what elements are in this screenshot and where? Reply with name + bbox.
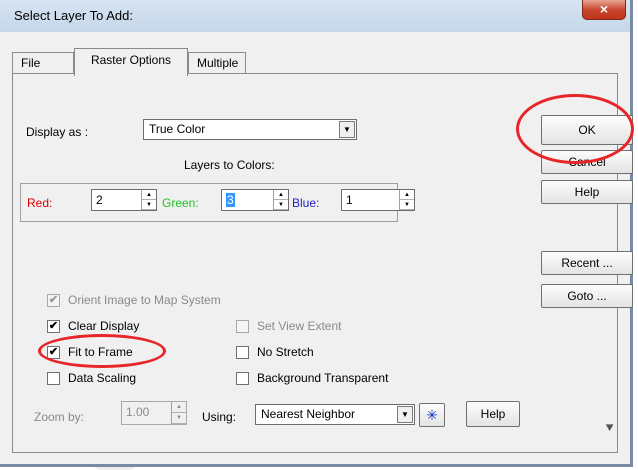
spin-down-icon[interactable]: ▼ [274, 200, 288, 210]
display-as-select[interactable]: True Color ▼ [143, 119, 357, 140]
ok-button-label: OK [578, 123, 596, 137]
green-band-stepper[interactable]: 3 ▲ ▼ [221, 189, 289, 211]
chevron-down-icon[interactable]: ▼ [339, 121, 355, 138]
spin-up-icon[interactable]: ▲ [172, 402, 186, 413]
window-title: Select Layer To Add: [14, 8, 134, 23]
chevron-down-icon[interactable]: ▼ [397, 406, 413, 423]
blue-band-value: 1 [346, 193, 353, 207]
clear-display-checkbox[interactable]: ✔ [47, 320, 60, 333]
red-band-stepper[interactable]: 2 ▲ ▼ [91, 189, 157, 211]
zoom-value: 1.00 [126, 405, 150, 419]
fit-to-frame-label: Fit to Frame [68, 345, 133, 359]
goto-button-label: Goto ... [567, 289, 607, 303]
resample-options-button[interactable]: ✳ [419, 403, 445, 427]
using-label: Using: [202, 410, 237, 424]
asterisk-icon: ✳ [426, 407, 438, 423]
no-stretch-label: No Stretch [257, 345, 314, 359]
title-bar[interactable]: Select Layer To Add: × [0, 0, 630, 32]
clear-display-label: Clear Display [68, 319, 140, 333]
green-label: Green: [162, 196, 199, 210]
zoom-spin-buttons[interactable]: ▲ ▼ [171, 402, 186, 424]
red-band-value: 2 [96, 193, 103, 207]
cancel-button-label: Cancel [568, 155, 606, 169]
background-transparent-checkbox[interactable] [236, 372, 249, 385]
red-spin-buttons[interactable]: ▲ ▼ [141, 190, 156, 210]
close-button[interactable]: × [582, 0, 626, 20]
spin-down-icon[interactable]: ▼ [142, 200, 156, 210]
select-layer-dialog: Select Layer To Add: × File Raster Optio… [0, 0, 633, 467]
cancel-button[interactable]: Cancel [541, 150, 633, 174]
display-as-label: Display as : [26, 125, 89, 139]
recent-button[interactable]: Recent ... [541, 251, 633, 275]
help-button-label: Help [574, 185, 600, 199]
recent-button-label: Recent ... [561, 256, 613, 270]
display-as-value: True Color [149, 122, 206, 136]
resample-method-select[interactable]: Nearest Neighbor ▼ [255, 404, 415, 425]
red-label: Red: [27, 196, 53, 210]
resample-method-value: Nearest Neighbor [261, 407, 356, 421]
green-spin-buttons[interactable]: ▲ ▼ [273, 190, 288, 210]
tab-file[interactable]: File [12, 52, 74, 74]
spin-up-icon[interactable]: ▲ [400, 190, 414, 200]
zoom-help-button-label: Help [480, 407, 506, 421]
check-icon: ✔ [48, 346, 59, 358]
help-button[interactable]: Help [541, 180, 633, 204]
ok-button[interactable]: OK [541, 115, 633, 145]
resize-grip-icon: ⯆ [604, 420, 616, 436]
spin-up-icon[interactable]: ▲ [142, 190, 156, 200]
spin-up-icon[interactable]: ▲ [274, 190, 288, 200]
green-band-value: 3 [226, 193, 235, 207]
blue-band-stepper[interactable]: 1 ▲ ▼ [341, 189, 415, 211]
zoom-by-label: Zoom by: [34, 410, 85, 424]
tab-raster-options-label: Raster Options [90, 53, 172, 67]
tab-file-label: File [21, 56, 41, 70]
check-icon: ✔ [48, 320, 59, 332]
blue-label: Blue: [292, 196, 320, 210]
zoom-help-button[interactable]: Help [466, 401, 520, 427]
data-scaling-checkbox[interactable] [47, 372, 60, 385]
check-icon: ✔ [48, 294, 59, 306]
tab-multiple[interactable]: Multiple [188, 52, 246, 74]
zoom-stepper[interactable]: 1.00 ▲ ▼ [121, 401, 187, 425]
orient-image-checkbox[interactable]: ✔ [47, 294, 60, 307]
tab-multiple-label: Multiple [197, 56, 239, 70]
orient-image-label: Orient Image to Map System [68, 293, 221, 307]
fit-to-frame-checkbox[interactable]: ✔ [47, 346, 60, 359]
tab-raster-options[interactable]: Raster Options [74, 48, 188, 76]
goto-button[interactable]: Goto ... [541, 284, 633, 308]
spin-down-icon[interactable]: ▼ [400, 200, 414, 210]
set-view-extent-label: Set View Extent [257, 319, 342, 333]
data-scaling-label: Data Scaling [68, 371, 137, 385]
spin-down-icon[interactable]: ▼ [172, 413, 186, 424]
no-stretch-checkbox[interactable] [236, 346, 249, 359]
background-transparent-label: Background Transparent [257, 371, 389, 385]
blue-spin-buttons[interactable]: ▲ ▼ [399, 190, 414, 210]
layers-to-colors-title: Layers to Colors: [184, 158, 275, 172]
set-view-extent-checkbox[interactable] [236, 320, 249, 333]
close-icon: × [599, 1, 609, 17]
